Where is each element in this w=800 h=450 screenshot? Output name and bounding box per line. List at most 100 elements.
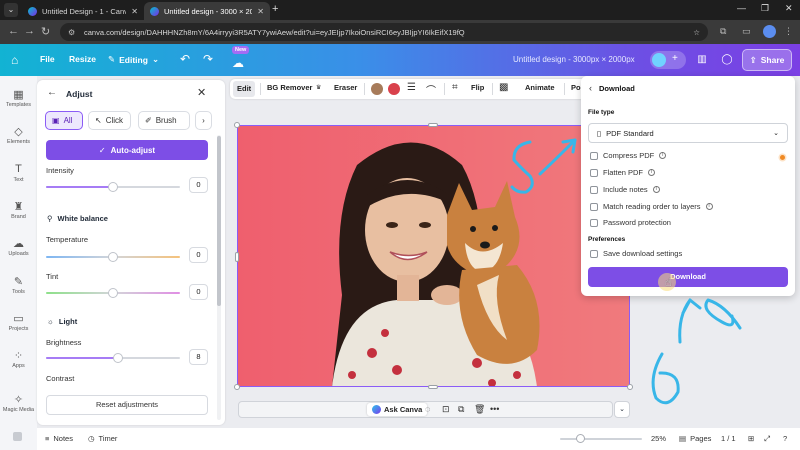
window-close-icon[interactable]: ✕: [785, 3, 793, 14]
back-icon[interactable]: ←: [8, 25, 19, 37]
comment-icon[interactable]: ◯: [718, 51, 736, 69]
zoom-value[interactable]: 25%: [651, 434, 666, 443]
rail-magic-media[interactable]: ✧ Magic Media: [0, 393, 37, 413]
zoom-slider-knob[interactable]: [576, 434, 585, 443]
mode-click-button[interactable]: ↖ Click: [88, 111, 131, 130]
mode-all-button[interactable]: ▣ All: [45, 111, 83, 130]
compress-pdf-option[interactable]: Compress PDF i: [590, 151, 667, 160]
resize-menu[interactable]: Resize: [69, 54, 96, 64]
forward-icon[interactable]: →: [24, 25, 35, 37]
redo-icon[interactable]: ↷: [203, 52, 213, 66]
fullscreen-icon[interactable]: ⤢: [764, 434, 770, 444]
color-swatch-2[interactable]: [388, 83, 400, 95]
checkbox[interactable]: [590, 218, 598, 227]
browser-tab-1[interactable]: Untitled Design - 1 - Canva ✕: [22, 2, 144, 20]
flip-button[interactable]: Flip: [471, 83, 484, 92]
comment-add-icon[interactable]: ◌: [425, 404, 430, 414]
rail-templates[interactable]: ▦ Templates: [0, 88, 37, 108]
auto-adjust-button[interactable]: ✓ Auto-adjust: [46, 140, 208, 160]
download-button[interactable]: Download: [588, 267, 788, 287]
color-swatch-1[interactable]: [371, 83, 383, 95]
close-icon[interactable]: ✕: [197, 86, 206, 99]
share-button[interactable]: ⇪ Share: [742, 49, 792, 71]
undo-icon[interactable]: ↶: [180, 52, 190, 66]
back-arrow-icon[interactable]: ←: [47, 87, 57, 98]
transparency-icon[interactable]: ▩: [499, 82, 508, 93]
resize-handle[interactable]: [428, 123, 438, 127]
rail-uploads[interactable]: ☁ Uploads: [0, 237, 37, 257]
resize-handle[interactable]: [627, 384, 633, 390]
border-style-icon[interactable]: ☰: [407, 82, 416, 93]
reset-adjustments-button[interactable]: Reset adjustments: [46, 395, 208, 415]
save-settings-option[interactable]: Save download settings: [590, 249, 682, 258]
corner-rounding-icon[interactable]: ⌒: [426, 82, 436, 97]
rail-tools[interactable]: ✎ Tools: [0, 275, 37, 295]
document-title[interactable]: Untitled design - 3000px × 2000px: [513, 55, 635, 64]
checkbox[interactable]: [590, 202, 598, 211]
rail-elements[interactable]: ◇ Elements: [0, 125, 37, 145]
checkbox[interactable]: [590, 168, 598, 177]
cloud-save-icon[interactable]: ☁: [232, 56, 244, 70]
collapse-chevron-icon[interactable]: ⌄: [614, 401, 630, 418]
edit-button[interactable]: Edit: [233, 81, 256, 97]
resize-handle[interactable]: [428, 385, 438, 389]
collaborators[interactable]: +: [650, 51, 686, 69]
resize-handle[interactable]: [234, 122, 240, 128]
minimize-icon[interactable]: —: [737, 3, 746, 13]
extensions-icon[interactable]: ⧉: [720, 26, 726, 37]
file-menu[interactable]: File: [40, 54, 55, 64]
brightness-value[interactable]: 8: [189, 349, 208, 365]
position-button[interactable]: Po: [571, 83, 581, 92]
animate-button[interactable]: Animate: [525, 83, 555, 92]
menu-kebab-icon[interactable]: ⋮: [784, 26, 793, 37]
slider-knob[interactable]: [108, 182, 118, 192]
match-reading-order-option[interactable]: Match reading order to layers i: [590, 202, 713, 211]
rail-apps[interactable]: ⁘ Apps: [0, 349, 37, 369]
info-icon[interactable]: i: [648, 169, 656, 176]
flatten-pdf-option[interactable]: Flatten PDF i: [590, 168, 656, 177]
panel-scrollbar-thumb[interactable]: [217, 136, 221, 306]
mode-more-chevron-icon[interactable]: ›: [195, 111, 212, 130]
intensity-slider[interactable]: [46, 182, 180, 192]
tint-value[interactable]: 0: [189, 284, 208, 300]
info-icon[interactable]: i: [652, 186, 660, 193]
address-bar[interactable]: ⚙ canva.com/design/DAHHHNZh8mY/6A4irryyi…: [60, 23, 708, 41]
site-info-icon[interactable]: ⚙: [68, 28, 77, 37]
editing-mode-menu[interactable]: ✎ Editing ⌄: [108, 54, 159, 65]
grid-view-icon[interactable]: ⊞: [748, 434, 754, 443]
rail-collapse-icon[interactable]: [13, 432, 22, 441]
eraser-button[interactable]: Eraser: [334, 83, 357, 92]
zoom-slider[interactable]: [560, 438, 642, 440]
include-notes-option[interactable]: Include notes i: [590, 185, 660, 194]
profile-avatar[interactable]: [763, 25, 776, 38]
info-icon[interactable]: i: [659, 152, 667, 159]
ask-canva-button[interactable]: Ask Canva: [367, 403, 428, 416]
new-tab-icon[interactable]: +: [272, 3, 278, 15]
brightness-slider[interactable]: [46, 353, 180, 363]
notes-button[interactable]: ≡ Notes: [45, 434, 73, 443]
slider-knob[interactable]: [108, 252, 118, 262]
reload-icon[interactable]: ↻: [41, 25, 50, 38]
tab-close-icon[interactable]: ✕: [257, 7, 264, 16]
tab-close-icon[interactable]: ✕: [131, 7, 138, 16]
temperature-slider[interactable]: [46, 252, 180, 262]
help-icon[interactable]: ?: [783, 434, 787, 443]
rail-text[interactable]: T Text: [0, 163, 37, 183]
resize-handle[interactable]: [234, 384, 240, 390]
rail-projects[interactable]: ▭ Projects: [0, 312, 37, 332]
slider-knob[interactable]: [108, 288, 118, 298]
sidebar-icon[interactable]: ▭: [742, 26, 751, 37]
temperature-value[interactable]: 0: [189, 247, 208, 263]
home-icon[interactable]: ⌂: [11, 53, 18, 67]
browser-tab-2[interactable]: Untitled design - 3000 × 2000p ✕: [144, 2, 270, 20]
more-options-icon[interactable]: •••: [490, 404, 499, 414]
trash-icon[interactable]: 🗑: [474, 404, 485, 415]
bookmark-star-icon[interactable]: ☆: [693, 28, 700, 37]
rail-brand[interactable]: ♜ Brand: [0, 200, 37, 220]
password-protection-option[interactable]: Password protection: [590, 218, 671, 227]
tint-slider[interactable]: [46, 288, 180, 298]
slider-knob[interactable]: [113, 353, 124, 363]
mode-brush-button[interactable]: ✐ Brush: [138, 111, 190, 130]
crop-icon[interactable]: ⌗: [452, 82, 458, 93]
timer-button[interactable]: ◷ Timer: [88, 434, 117, 443]
